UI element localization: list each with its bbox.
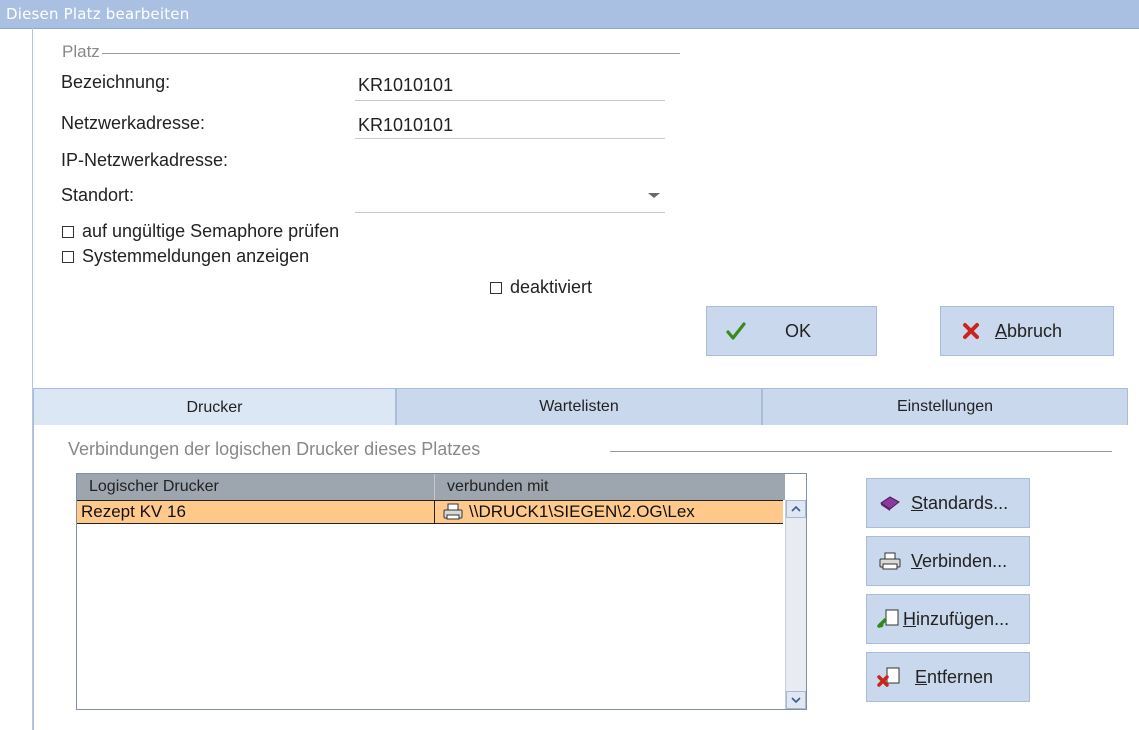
bezeichnung-underline xyxy=(355,100,665,101)
ok-button-label: OK xyxy=(785,320,812,341)
scroll-down-button[interactable] xyxy=(786,691,806,709)
bezeichnung-label: Bezeichnung: xyxy=(61,72,171,92)
window-title: Diesen Platz bearbeiten xyxy=(6,5,190,23)
add-document-icon xyxy=(877,608,901,630)
ok-button[interactable]: OK xyxy=(706,306,877,356)
chevron-down-icon[interactable] xyxy=(645,187,665,203)
window-title-bar[interactable]: Diesen Platz bearbeiten xyxy=(0,0,1139,29)
tab-bar: Drucker Wartelisten Einstellungen xyxy=(33,388,1128,426)
printer-icon xyxy=(879,552,901,570)
printer-connections-table: Logischer Drucker verbunden mit Rezept K… xyxy=(76,473,807,710)
verbinden-button[interactable]: Verbinden... xyxy=(866,536,1030,586)
ip-netzwerkadresse-label: IP-Netzwerkadresse: xyxy=(61,150,229,170)
verbinden-button-label: Verbinden... xyxy=(911,550,1008,571)
column-header-logischer-drucker[interactable]: Logischer Drucker xyxy=(77,474,435,500)
abbruch-button-label: Abbruch xyxy=(995,320,1063,341)
table-vertical-scrollbar[interactable] xyxy=(785,500,806,709)
abbruch-button[interactable]: Abbruch xyxy=(940,306,1114,356)
semaphore-checkbox[interactable] xyxy=(62,225,74,238)
ip-netzwerkadresse-input[interactable] xyxy=(358,150,658,172)
column-divider xyxy=(434,500,435,524)
column-header-verbunden-mit[interactable]: verbunden mit xyxy=(435,474,785,500)
cross-icon xyxy=(961,321,981,341)
checkmark-icon xyxy=(725,320,747,342)
bezeichnung-input[interactable]: KR1010101 xyxy=(358,75,453,96)
tab-einstellungen[interactable]: Einstellungen xyxy=(762,388,1128,426)
hinzufuegen-button-label: Hinzufügen... xyxy=(903,608,1010,629)
printer-icon xyxy=(443,503,463,521)
standards-button[interactable]: Standards... xyxy=(866,478,1030,528)
semaphore-checkbox-row[interactable]: auf ungültige Semaphore prüfen xyxy=(62,221,339,242)
semaphore-checkbox-label: auf ungültige Semaphore prüfen xyxy=(82,221,340,241)
systemmeldungen-checkbox-label: Systemmeldungen anzeigen xyxy=(82,246,310,266)
drucker-group-title: Verbindungen der logischen Drucker diese… xyxy=(68,439,481,459)
deaktiviert-checkbox-label: deaktiviert xyxy=(510,277,593,297)
tab-drucker[interactable]: Drucker xyxy=(33,388,396,426)
systemmeldungen-checkbox-row[interactable]: Systemmeldungen anzeigen xyxy=(62,246,309,267)
cell-verbunden-mit: \\DRUCK1\SIEGEN\2.OG\Lex xyxy=(469,502,695,521)
entfernen-button[interactable]: Entfernen xyxy=(866,652,1030,702)
netzwerkadresse-underline xyxy=(355,138,665,139)
systemmeldungen-checkbox[interactable] xyxy=(62,250,74,263)
netzwerkadresse-label: Netzwerkadresse: xyxy=(61,113,206,133)
standort-label: Standort: xyxy=(61,185,135,205)
book-icon xyxy=(879,494,901,512)
drucker-group-rule xyxy=(610,451,1112,452)
scroll-up-button[interactable] xyxy=(786,500,806,518)
entfernen-button-label: Entfernen xyxy=(915,666,994,687)
deaktiviert-checkbox-row[interactable]: deaktiviert xyxy=(490,277,592,298)
platz-group-title: Platz xyxy=(62,42,100,61)
deaktiviert-checkbox[interactable] xyxy=(490,281,502,294)
standort-underline xyxy=(355,212,665,213)
standards-button-label: Standards... xyxy=(911,492,1009,513)
tab-wartelisten[interactable]: Wartelisten xyxy=(396,388,762,426)
netzwerkadresse-input[interactable]: KR1010101 xyxy=(358,115,453,136)
hinzufuegen-button[interactable]: Hinzufügen... xyxy=(866,594,1030,644)
cell-logischer-drucker: Rezept KV 16 xyxy=(81,502,186,521)
platz-group-rule xyxy=(102,53,680,54)
table-row[interactable]: Rezept KV 16 \\DRUCK1\SIEGEN\2.OG\Lex xyxy=(77,500,783,524)
remove-document-icon xyxy=(877,666,901,688)
standort-select[interactable] xyxy=(358,185,658,207)
